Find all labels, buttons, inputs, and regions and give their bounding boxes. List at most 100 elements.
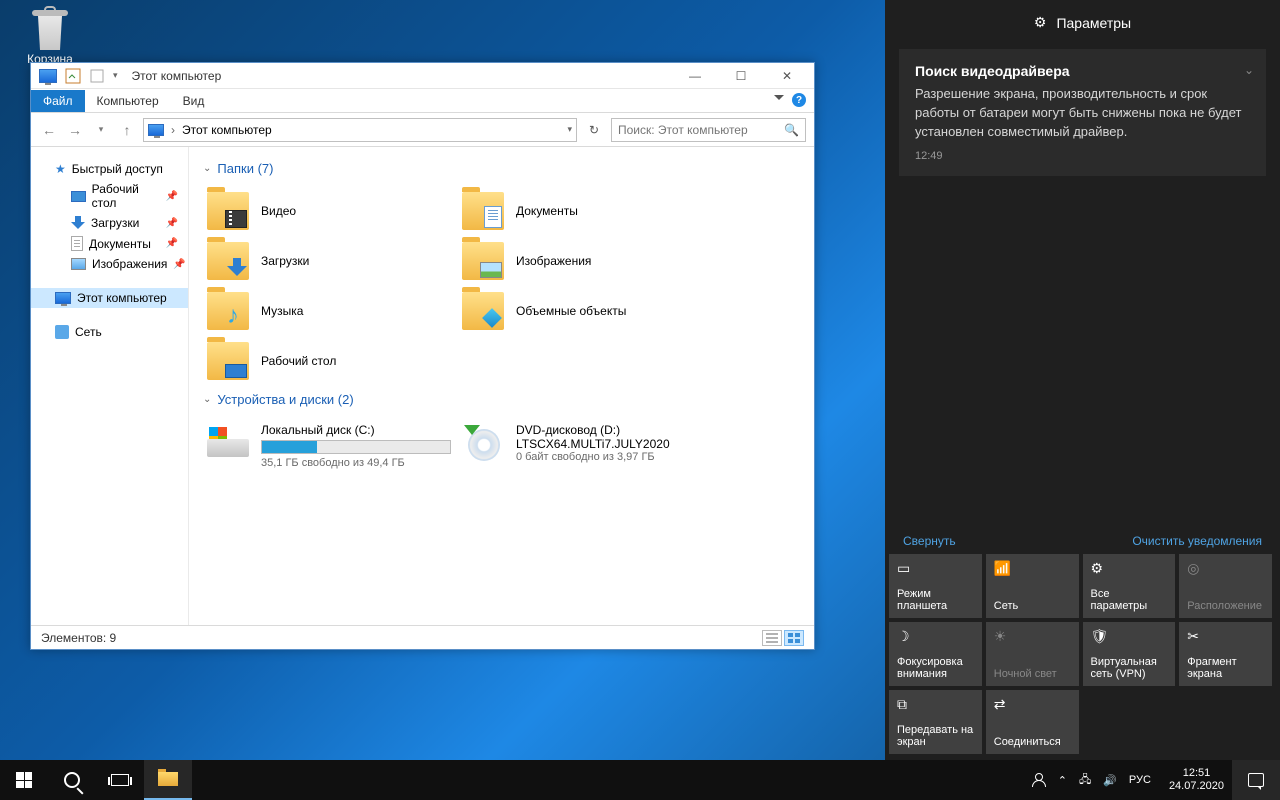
ribbon-expand-icon[interactable] — [774, 95, 784, 105]
clock[interactable]: 12:51 24.07.2020 — [1161, 767, 1232, 793]
tile-vpn[interactable]: 🛡Виртуальная сеть (VPN) — [1083, 622, 1176, 686]
tab-view[interactable]: Вид — [171, 90, 217, 112]
drive-c[interactable]: Локальный диск (C:) 35,1 ГБ свободно из … — [203, 417, 458, 475]
folder-music[interactable]: Музыка — [203, 286, 458, 336]
chevron-down-icon[interactable]: ⌄ — [1244, 63, 1254, 77]
search-input[interactable] — [618, 123, 784, 137]
taskbar-explorer[interactable] — [144, 760, 192, 800]
tile-screen-snip[interactable]: ✂Фрагмент экрана — [1179, 622, 1272, 686]
collapse-link[interactable]: Свернуть — [903, 534, 956, 548]
navigation-pane: ★Быстрый доступ Рабочий стол📌 Загрузки📌 … — [31, 147, 189, 625]
folder-pictures[interactable]: Изображения — [458, 236, 713, 286]
tab-computer[interactable]: Компьютер — [85, 90, 171, 112]
qat-properties-icon[interactable] — [65, 68, 81, 84]
drive-d[interactable]: DVD-дисковод (D:) LTSCX64.MULTi7.JULY202… — [458, 417, 713, 475]
notification-card[interactable]: ⌄ Поиск видеодрайвера Разрешение экрана,… — [899, 49, 1266, 176]
pin-icon: 📌 — [166, 191, 178, 202]
moon-icon: ☽ — [897, 628, 974, 646]
nav-network[interactable]: Сеть — [31, 322, 188, 342]
close-button[interactable]: ✕ — [764, 63, 810, 89]
clock-date: 24.07.2020 — [1169, 780, 1224, 793]
maximize-button[interactable]: ☐ — [718, 63, 764, 89]
drive-d-free: 0 байт свободно из 3,97 ГБ — [516, 451, 709, 463]
tile-network[interactable]: 📶Сеть — [986, 554, 1079, 618]
tray-overflow-icon[interactable]: ⌃ — [1058, 774, 1067, 787]
nav-quick-access[interactable]: ★Быстрый доступ — [31, 159, 188, 179]
vpn-icon: 🛡 — [1091, 628, 1168, 646]
back-button[interactable]: ← — [39, 120, 59, 140]
folder-documents[interactable]: Документы — [458, 186, 713, 236]
clear-notifications-link[interactable]: Очистить уведомления — [1132, 534, 1262, 548]
tab-file[interactable]: Файл — [31, 90, 85, 112]
titlebar[interactable]: ▾ Этот компьютер — ☐ ✕ — [31, 63, 814, 89]
tile-night-light[interactable]: ☀Ночной свет — [986, 622, 1079, 686]
refresh-button[interactable]: ↻ — [583, 119, 605, 141]
action-center: ⚙ Параметры ⌄ Поиск видеодрайвера Разреш… — [885, 0, 1280, 760]
explorer-window: ▾ Этот компьютер — ☐ ✕ Файл Компьютер Ви… — [30, 62, 815, 650]
notification-title: Поиск видеодрайвера — [915, 63, 1250, 79]
action-center-header[interactable]: ⚙ Параметры — [885, 0, 1280, 41]
nav-documents[interactable]: Документы📌 — [31, 233, 188, 254]
video-icon — [225, 210, 247, 228]
search-icon: 🔍 — [784, 123, 799, 137]
search-button[interactable] — [48, 760, 96, 800]
dvd-icon — [462, 423, 504, 461]
section-drives[interactable]: ⌄Устройства и диски (2) — [203, 392, 800, 407]
task-view-button[interactable] — [96, 760, 144, 800]
sun-icon: ☀ — [994, 628, 1071, 646]
start-button[interactable] — [0, 760, 48, 800]
tile-location[interactable]: ◎Расположение — [1179, 554, 1272, 618]
search-box[interactable]: 🔍 — [611, 118, 806, 142]
view-details-button[interactable] — [762, 630, 782, 646]
volume-tray-icon[interactable]: 🔊 — [1103, 774, 1117, 787]
tile-tablet-mode[interactable]: ▭Режим планшета — [889, 554, 982, 618]
nav-downloads[interactable]: Загрузки📌 — [31, 213, 188, 233]
chevron-down-icon: ⌄ — [203, 163, 211, 174]
qat-dropdown-icon[interactable]: ▾ — [113, 70, 118, 81]
navigation-bar: ← → ▾ ↑ Этот компьютер ▾ ↻ 🔍 — [31, 113, 814, 147]
address-bar[interactable]: Этот компьютер ▾ — [143, 118, 577, 142]
forward-button[interactable]: → — [65, 120, 85, 140]
folder-videos[interactable]: Видео — [203, 186, 458, 236]
network-tray-icon[interactable]: 🖧 — [1079, 771, 1091, 790]
qat-new-icon[interactable] — [89, 68, 105, 84]
breadcrumb[interactable]: Этот компьютер — [182, 123, 272, 137]
pin-icon: 📌 — [166, 238, 178, 249]
tile-all-settings[interactable]: ⚙Все параметры — [1083, 554, 1176, 618]
document-icon — [484, 206, 502, 228]
tile-connect[interactable]: ⇄Соединиться — [986, 690, 1079, 754]
recent-dropdown[interactable]: ▾ — [91, 120, 111, 140]
folder-desktop[interactable]: Рабочий стол — [203, 336, 458, 386]
nav-this-pc[interactable]: Этот компьютер — [31, 288, 188, 308]
folder-3d-objects[interactable]: Объемные объекты — [458, 286, 713, 336]
up-button[interactable]: ↑ — [117, 120, 137, 140]
nav-pictures[interactable]: Изображения📌 — [31, 254, 188, 274]
desktop-icon-recycle-bin[interactable]: Корзина — [15, 6, 85, 66]
drive-d-name: DVD-дисковод (D:) — [516, 423, 709, 437]
view-tiles-button[interactable] — [784, 630, 804, 646]
pin-icon: 📌 — [166, 218, 178, 229]
content-pane: ⌄Папки (7) Видео Документы Загрузки Изоб… — [189, 147, 814, 625]
desktop-folder-icon — [225, 364, 247, 378]
desktop-icon — [71, 191, 86, 202]
notification-icon — [1248, 773, 1264, 787]
location-icon — [148, 124, 164, 136]
action-center-button[interactable] — [1232, 760, 1280, 800]
window-title: Этот компьютер — [132, 69, 672, 83]
help-icon[interactable]: ? — [792, 93, 806, 107]
nav-desktop[interactable]: Рабочий стол📌 — [31, 179, 188, 213]
minimize-button[interactable]: — — [672, 63, 718, 89]
tile-focus-assist[interactable]: ☽Фокусировка внимания — [889, 622, 982, 686]
people-icon[interactable] — [1032, 773, 1046, 787]
snip-icon: ✂ — [1187, 628, 1264, 646]
recycle-bin-icon — [30, 6, 70, 50]
wifi-icon: 📶 — [994, 560, 1071, 578]
tile-project[interactable]: ⧉Передавать на экран — [889, 690, 982, 754]
star-icon: ★ — [55, 162, 66, 176]
folder-downloads[interactable]: Загрузки — [203, 236, 458, 286]
language-indicator[interactable]: РУС — [1129, 774, 1151, 786]
ribbon-tabs: Файл Компьютер Вид ? — [31, 89, 814, 113]
address-dropdown-icon[interactable]: ▾ — [567, 124, 572, 135]
section-folders[interactable]: ⌄Папки (7) — [203, 161, 800, 176]
taskview-icon — [111, 774, 129, 786]
